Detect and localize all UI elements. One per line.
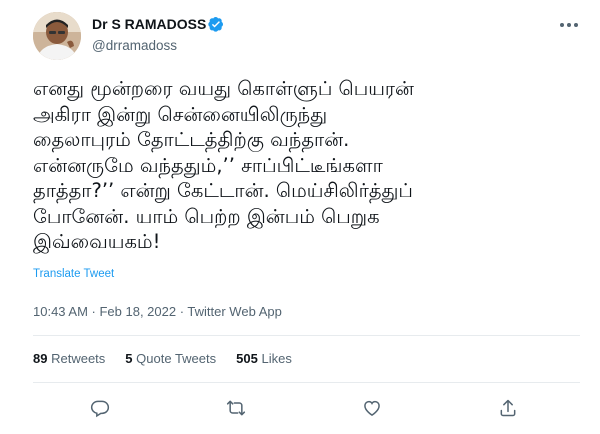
more-options-icon[interactable] — [558, 20, 580, 30]
share-icon — [500, 399, 516, 417]
quote-tweets-stat[interactable]: 5 Quote Tweets — [125, 351, 216, 366]
divider-bottom — [33, 382, 580, 383]
tweet-timestamp[interactable]: 10:43 AM · Feb 18, 2022 · Twitter Web Ap… — [33, 304, 282, 319]
avatar[interactable] — [33, 12, 81, 60]
likes-count: 505 — [236, 351, 258, 366]
tweet-text: எனது மூன்றரை வயது கொள்ளுப் பெயரன் அகிரா … — [33, 77, 414, 253]
retweet-button[interactable] — [226, 398, 246, 418]
like-icon — [364, 400, 380, 416]
engagement-stats: 89 Retweets 5 Quote Tweets 505 Likes — [33, 351, 292, 366]
likes-stat[interactable]: 505 Likes — [236, 351, 292, 366]
author-handle[interactable]: @drramadoss — [92, 38, 177, 53]
quotes-count: 5 — [125, 351, 133, 366]
quotes-label: Quote Tweets — [136, 351, 217, 366]
author-name[interactable]: Dr S RAMADOSS — [92, 16, 206, 32]
reply-button[interactable] — [90, 398, 110, 418]
share-button[interactable] — [498, 398, 518, 418]
tweet-card: Dr S RAMADOSS @drramadoss எனது மூன்றரை வ… — [0, 0, 600, 434]
verified-badge-icon — [208, 17, 223, 32]
retweets-label: Retweets — [51, 351, 106, 366]
retweets-count: 89 — [33, 351, 48, 366]
reply-icon — [90, 400, 110, 418]
like-button[interactable] — [362, 398, 382, 418]
retweets-stat[interactable]: 89 Retweets — [33, 351, 105, 366]
retweet-icon — [226, 400, 246, 416]
translate-tweet-link[interactable]: Translate Tweet — [33, 268, 114, 280]
likes-label: Likes — [261, 351, 292, 366]
divider-top — [33, 335, 580, 336]
